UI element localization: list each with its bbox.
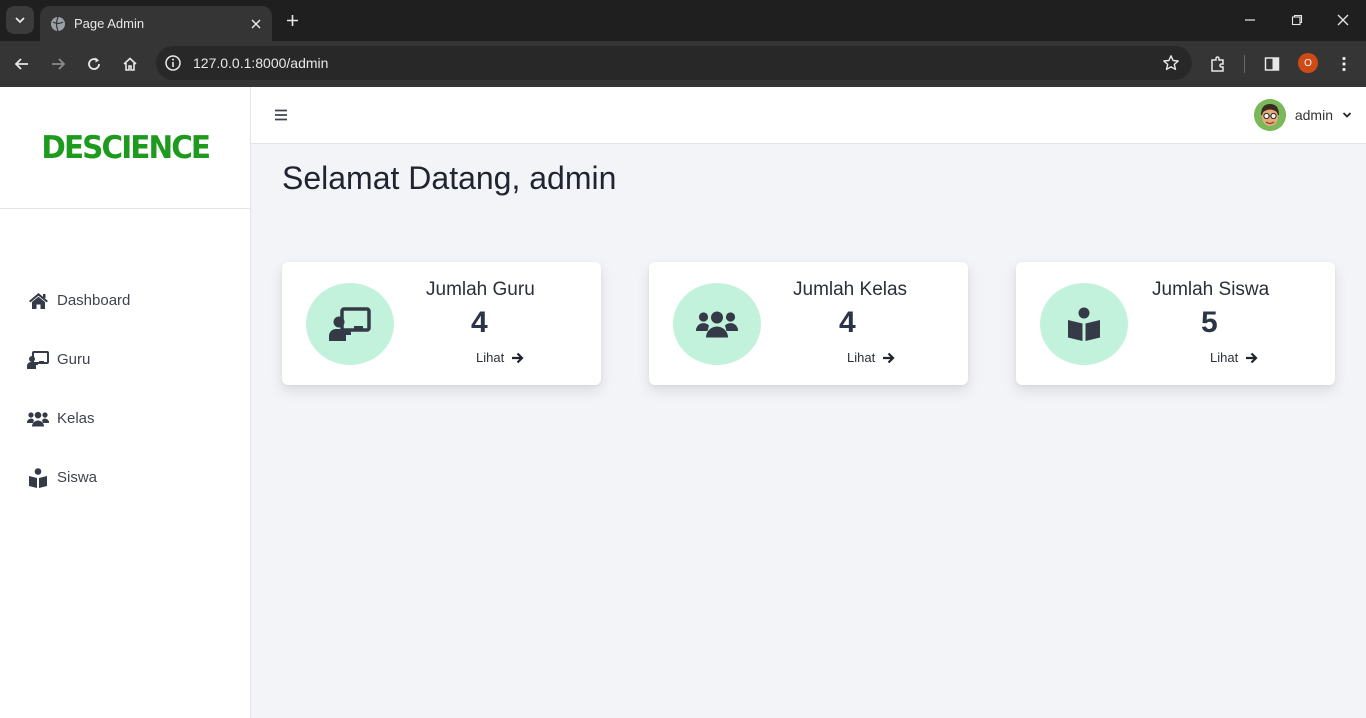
stat-card-kelas: Jumlah Kelas 4 Lihat bbox=[649, 262, 968, 385]
stat-card-guru: Jumlah Guru 4 Lihat bbox=[282, 262, 601, 385]
sidebar-item-label: Kelas bbox=[57, 410, 95, 427]
card-icon-circle bbox=[1040, 283, 1128, 365]
top-navbar: admin bbox=[251, 87, 1366, 144]
card-icon-circle bbox=[306, 283, 394, 365]
card-value: 4 bbox=[471, 306, 488, 339]
minimize-button[interactable] bbox=[1238, 8, 1262, 32]
restore-icon bbox=[1291, 14, 1303, 26]
avatar bbox=[1253, 99, 1286, 131]
sidebar-item-kelas[interactable]: Kelas bbox=[0, 389, 250, 448]
back-button[interactable] bbox=[9, 51, 35, 77]
chevron-down-icon[interactable] bbox=[1342, 110, 1352, 120]
side-panel-icon bbox=[1264, 57, 1280, 71]
card-link-label: Lihat bbox=[1210, 350, 1239, 365]
more-vertical-icon bbox=[1342, 56, 1346, 72]
toolbar-divider bbox=[1244, 55, 1245, 73]
sidebar-menu: Dashboard Guru Kelas Siswa bbox=[0, 271, 250, 507]
sidebar-item-siswa[interactable]: Siswa bbox=[0, 448, 250, 507]
app-logo[interactable]: DESCIENCE bbox=[41, 130, 211, 166]
profile-badge[interactable]: O bbox=[1298, 53, 1318, 73]
user-menu[interactable]: admin bbox=[1253, 99, 1352, 131]
chalkboard-teacher-icon bbox=[329, 307, 371, 341]
browser-toolbar: 127.0.0.1:8000/admin O bbox=[0, 41, 1366, 87]
minimize-icon bbox=[1245, 19, 1255, 21]
chevron-down-icon bbox=[15, 17, 25, 24]
sidebar-item-label: Guru bbox=[57, 351, 91, 368]
card-link-label: Lihat bbox=[476, 350, 505, 365]
url-text[interactable]: 127.0.0.1:8000/admin bbox=[193, 55, 328, 71]
card-icon-circle bbox=[673, 283, 761, 365]
arrow-left-icon bbox=[14, 58, 28, 70]
close-icon bbox=[1337, 14, 1349, 26]
sidebar: DESCIENCE Dashboard Guru Kelas Siswa bbox=[0, 87, 251, 718]
stat-card-siswa: Jumlah Siswa 5 Lihat bbox=[1016, 262, 1335, 385]
sidebar-item-label: Siswa bbox=[57, 469, 98, 486]
reload-icon bbox=[88, 57, 100, 70]
users-icon bbox=[696, 311, 738, 338]
page-title: Selamat Datang, admin bbox=[282, 160, 617, 196]
card-link-label: Lihat bbox=[847, 350, 876, 365]
users-icon bbox=[27, 409, 49, 429]
plus-icon bbox=[286, 14, 298, 26]
card-value: 4 bbox=[839, 306, 856, 339]
main-content: Selamat Datang, admin Jumlah Guru 4 Liha… bbox=[251, 144, 1366, 718]
arrow-right-icon bbox=[52, 58, 66, 70]
restore-button[interactable] bbox=[1285, 8, 1309, 32]
arrow-right-icon bbox=[1246, 352, 1258, 363]
card-value: 5 bbox=[1201, 306, 1218, 339]
home-icon bbox=[27, 291, 49, 311]
bookmark-star-icon[interactable] bbox=[1162, 54, 1180, 72]
arrow-right-icon bbox=[512, 352, 524, 363]
hamburger-menu-icon[interactable] bbox=[273, 107, 289, 123]
card-title: Jumlah Siswa bbox=[1152, 279, 1270, 300]
card-title: Jumlah Guru bbox=[426, 279, 535, 300]
close-window-button[interactable] bbox=[1331, 8, 1355, 32]
card-link-lihat[interactable]: Lihat bbox=[847, 350, 895, 365]
tab-close-button[interactable] bbox=[246, 14, 266, 34]
globe-icon bbox=[51, 16, 65, 31]
chalkboard-teacher-icon bbox=[27, 350, 49, 370]
puzzle-icon bbox=[1211, 56, 1224, 72]
card-link-lihat[interactable]: Lihat bbox=[1210, 350, 1258, 365]
sidebar-item-guru[interactable]: Guru bbox=[0, 330, 250, 389]
side-panel-button[interactable] bbox=[1261, 53, 1283, 75]
book-reader-icon bbox=[1068, 307, 1100, 341]
address-bar[interactable]: 127.0.0.1:8000/admin bbox=[156, 46, 1192, 80]
book-reader-icon bbox=[27, 467, 49, 488]
new-tab-button[interactable] bbox=[280, 8, 304, 32]
browser-tab-strip: Page Admin bbox=[0, 0, 1366, 41]
close-icon bbox=[251, 18, 261, 29]
sidebar-item-dashboard[interactable]: Dashboard bbox=[0, 271, 250, 330]
tab-search-button[interactable] bbox=[6, 6, 34, 34]
user-name[interactable]: admin bbox=[1295, 107, 1333, 123]
logo-area: DESCIENCE bbox=[0, 87, 250, 209]
reload-button[interactable] bbox=[81, 51, 107, 77]
card-title: Jumlah Kelas bbox=[793, 279, 908, 300]
tab-title: Page Admin bbox=[74, 16, 145, 31]
extensions-button[interactable] bbox=[1207, 53, 1229, 75]
arrow-right-icon bbox=[883, 352, 895, 363]
card-link-lihat[interactable]: Lihat bbox=[476, 350, 524, 365]
browser-tab[interactable]: Page Admin bbox=[40, 6, 272, 41]
site-info-icon[interactable] bbox=[164, 54, 182, 72]
forward-button[interactable] bbox=[45, 51, 71, 77]
home-icon bbox=[123, 57, 137, 71]
browser-menu-button[interactable] bbox=[1333, 53, 1355, 75]
sidebar-item-label: Dashboard bbox=[57, 292, 131, 309]
home-button[interactable] bbox=[117, 51, 143, 77]
